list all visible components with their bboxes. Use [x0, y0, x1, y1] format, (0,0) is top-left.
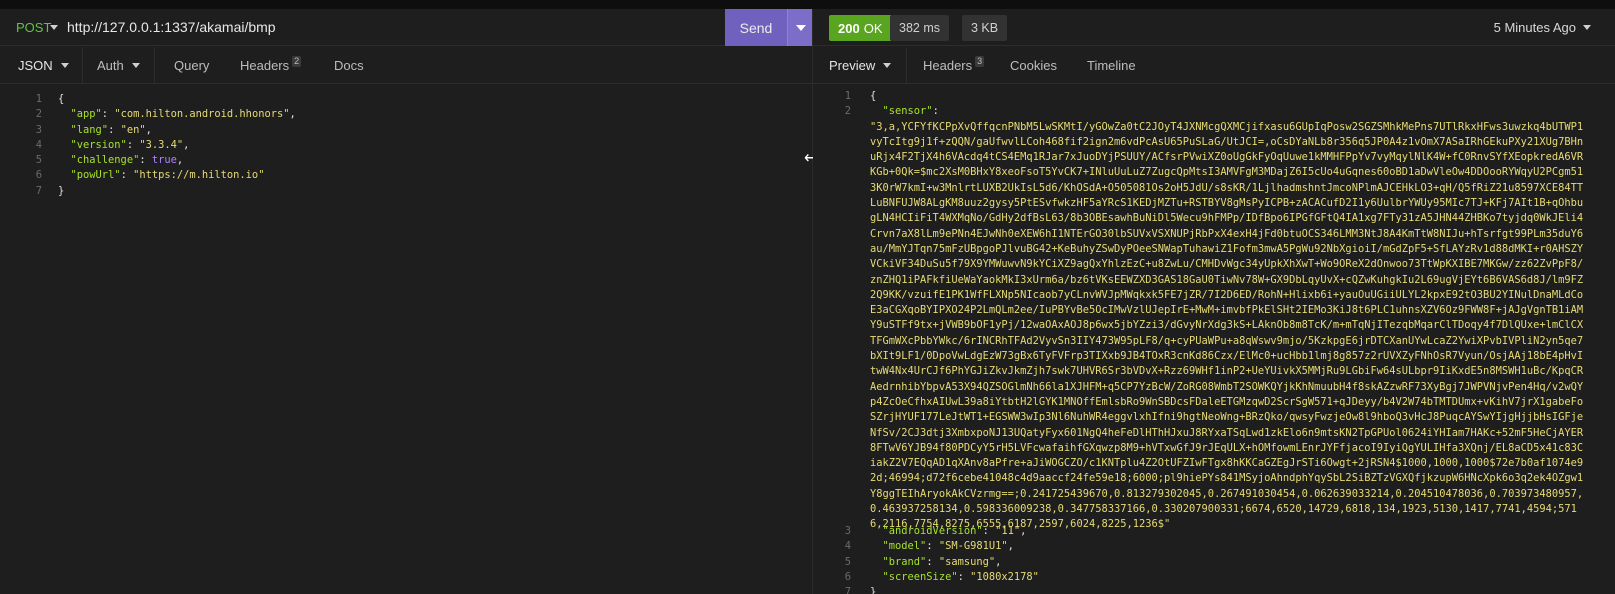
status-badge: 200 OK: [829, 15, 892, 41]
json-key: "brand": [882, 555, 927, 568]
line-number: 3: [35, 123, 42, 136]
tab-auth[interactable]: Auth: [97, 47, 140, 84]
tab-label: Cookies: [1010, 58, 1057, 73]
json-key: "app": [70, 108, 102, 121]
json-value: "en": [120, 123, 146, 136]
code-line: "powUrl": "https://m.hilton.io": [70, 169, 265, 182]
headers-count-badge: 3: [975, 56, 985, 67]
json-value: "11": [995, 525, 1021, 537]
line-number: 6: [844, 570, 851, 583]
json-key: "version": [70, 138, 127, 151]
response-size: 3 KB: [962, 15, 1008, 41]
line-number: 5: [35, 154, 42, 167]
chevron-down-icon: [883, 63, 892, 68]
line-number: 7: [35, 184, 42, 197]
send-button[interactable]: Send: [725, 9, 787, 46]
request-tabs: JSON Auth Query Headers 2 Docs: [0, 47, 812, 84]
request-body-editor[interactable]: { "app": "com.hilton.android.hhonors", "…: [58, 92, 296, 199]
response-line-numbers: 1 2: [831, 89, 851, 120]
tab-label: Preview: [829, 58, 876, 73]
code-line: "androidVersion": "11",: [882, 525, 1027, 537]
line-number: 6: [35, 169, 42, 182]
code-line: "model": "SM-G981U1",: [882, 540, 1014, 553]
method-selector[interactable]: POST: [16, 20, 51, 35]
json-key: "powUrl": [70, 169, 121, 182]
line-number: 3: [844, 525, 851, 537]
json-key: "lang": [70, 123, 109, 136]
response-tabs: Preview Headers 3 Cookies Timeline: [813, 47, 1615, 84]
json-key: "screenSize": [882, 570, 958, 583]
json-value: "com.hilton.android.hhonors": [114, 108, 290, 121]
code-line: "version": "3.3.4",: [70, 138, 190, 151]
line-number: 1: [35, 93, 42, 105]
json-value: "https://m.hilton.io": [133, 169, 265, 182]
code-line: {: [870, 90, 877, 102]
code-line: "screenSize": "1080x2178": [882, 570, 1039, 583]
code-line: "lang": "en",: [70, 123, 152, 136]
json-value: "3.3.4": [139, 138, 184, 151]
tab-label: Headers: [923, 58, 973, 73]
chevron-down-icon[interactable]: [50, 25, 58, 30]
tab-divider: [154, 47, 155, 84]
chevron-down-icon: [60, 63, 69, 68]
tab-headers[interactable]: Headers 2: [240, 47, 302, 84]
tab-label: Auth: [97, 58, 124, 73]
code-line: "brand": "samsung",: [882, 555, 1002, 568]
time-ago-label: 5 Minutes Ago: [1493, 20, 1576, 35]
code-line: }: [58, 184, 65, 197]
tab-label: Docs: [334, 58, 364, 73]
chevron-down-icon: [796, 25, 806, 31]
line-number: 4: [35, 138, 42, 151]
request-line-numbers: 1 2 3 4 5 6 7: [24, 92, 42, 199]
tab-label: JSON: [18, 58, 53, 73]
tab-label: Timeline: [1087, 58, 1136, 73]
code-line: {: [58, 93, 65, 105]
tab-timeline[interactable]: Timeline: [1087, 47, 1136, 84]
window-top-edge: [0, 0, 1615, 9]
response-line-numbers-tail: 3 4 5 6 7: [831, 524, 851, 594]
status-text: OK: [863, 20, 883, 36]
sensor-value: "3,a,YCFYfKCPpXvQffqcnPNbM5LwSKMtI/yGOwZ…: [870, 120, 1584, 531]
line-number: 5: [844, 555, 851, 568]
code-line: "challenge": true,: [70, 154, 184, 167]
tab-label: Headers: [240, 58, 290, 73]
response-status-bar: 200 OK 382 ms 3 KB 5 Minutes Ago: [813, 9, 1615, 46]
tab-docs[interactable]: Docs: [334, 47, 364, 84]
url-input[interactable]: http://127.0.0.1:1337/akamai/bmp: [67, 19, 276, 35]
tab-cookies[interactable]: Cookies: [1010, 47, 1057, 84]
json-value: "1080x2178": [970, 570, 1039, 583]
tab-json[interactable]: JSON: [18, 47, 69, 84]
line-number: 2: [35, 108, 42, 121]
code-line: "sensor":: [882, 105, 939, 118]
response-body-viewer[interactable]: { "sensor": "3,a,YCFYfKCPpXvQffqcnPNbM5L…: [870, 89, 1583, 533]
json-key: "sensor": [882, 105, 933, 118]
json-value: true: [151, 154, 177, 167]
json-value: "samsung": [938, 555, 996, 568]
tab-label: Query: [174, 58, 210, 73]
status-code: 200: [838, 20, 860, 36]
tab-query[interactable]: Query: [174, 47, 209, 84]
tab-preview[interactable]: Preview: [829, 47, 892, 84]
tab-divider: [906, 47, 907, 84]
line-number: 7: [844, 586, 851, 594]
headers-count-badge: 2: [292, 56, 302, 67]
line-number: 1: [844, 90, 851, 102]
line-number: 2: [844, 105, 851, 118]
code-line: }: [870, 586, 877, 594]
chevron-down-icon: [1583, 25, 1591, 30]
json-value: "SM-G981U1": [938, 540, 1008, 553]
chevron-down-icon: [131, 63, 140, 68]
json-key: "model": [882, 540, 927, 553]
tab-response-headers[interactable]: Headers 3: [923, 47, 985, 84]
line-number: 4: [844, 540, 851, 553]
response-body-tail: "androidVersion": "11", "model": "SM-G98…: [870, 524, 1039, 594]
response-time: 382 ms: [890, 15, 949, 41]
tab-divider: [82, 47, 83, 84]
json-key: "androidVersion": [882, 525, 983, 537]
url-bar: POST http://127.0.0.1:1337/akamai/bmp Se…: [0, 9, 812, 46]
send-options-button[interactable]: [787, 9, 812, 46]
code-line: "app": "com.hilton.android.hhonors",: [70, 108, 296, 121]
json-key: "challenge": [70, 154, 140, 167]
response-history-dropdown[interactable]: 5 Minutes Ago: [1494, 20, 1591, 35]
